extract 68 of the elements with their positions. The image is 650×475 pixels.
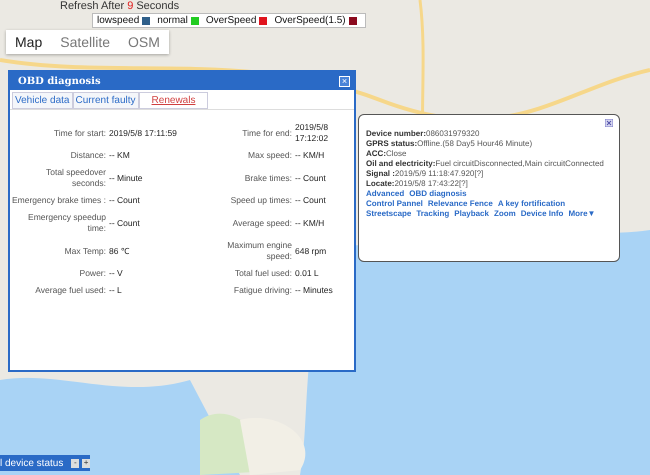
action-link[interactable]: Streetscape <box>366 209 412 219</box>
action-link[interactable]: Device Info <box>520 209 564 219</box>
info-line: Oil and electricity:Fuel circuitDisconnected,Main circuitConnected <box>366 159 604 169</box>
device-status-label: l device status <box>0 458 64 468</box>
field-value: -- Count <box>109 218 141 228</box>
action-link[interactable]: Relevance Fence <box>428 199 493 209</box>
field-value: 2019/5/8 17:11:59 <box>109 128 178 138</box>
field-label: Maximum engine speed: <box>226 240 292 262</box>
field-value: -- V <box>109 268 124 279</box>
action-link[interactable]: Tracking <box>416 209 450 219</box>
field-label: Time for end: <box>241 128 292 138</box>
field-label: Distance: <box>70 150 106 161</box>
field-value: 0.01 L <box>295 268 320 279</box>
field-label: Average fuel used: <box>34 285 106 296</box>
info-line: Signal :2019/5/9 11:18:47.920[?] <box>366 169 484 179</box>
info-line: Locate:2019/5/8 17:43:22[?] <box>366 179 468 189</box>
field-label: Max Temp: <box>64 246 106 256</box>
action-link[interactable]: Playback <box>454 209 489 219</box>
dialog-title: OBD diagnosis <box>18 76 101 86</box>
action-link[interactable]: OBD diagnosis <box>409 189 467 199</box>
info-line: GPRS status:Offline.(58 Day5 Hour46 Minute) <box>366 139 532 149</box>
close-button[interactable]: × <box>339 76 350 86</box>
field-label: Time for start: <box>52 128 106 138</box>
legend-label: OverSpeed <box>206 15 256 26</box>
action-link[interactable]: Advanced <box>366 189 404 199</box>
field-value: -- KM/H <box>295 150 326 161</box>
field-value: -- Count <box>109 195 141 206</box>
field-label: Emergency speedup time: <box>27 212 106 234</box>
dialog-tab[interactable]: Renewals <box>138 92 208 109</box>
info-line: Device number:086031979320 <box>366 129 480 139</box>
map-type-tab[interactable]: Satellite <box>51 30 120 54</box>
action-link[interactable]: A key fortification <box>498 199 566 209</box>
panel-button[interactable]: - <box>71 458 80 468</box>
dialog-tab[interactable]: Vehicle data <box>12 92 72 109</box>
action-link[interactable]: Zoom <box>494 209 516 219</box>
field-label: Total fuel used: <box>234 268 292 279</box>
close-icon[interactable] <box>605 119 613 127</box>
field-value: -- KM/H <box>295 218 326 228</box>
field-label: Brake times: <box>244 172 292 184</box>
refresh-label: Refresh After <box>60 0 124 12</box>
refresh-unit: Seconds <box>136 0 180 12</box>
field-value: -- Count <box>295 172 327 184</box>
field-label: Power: <box>78 268 106 279</box>
field-value: 2019/5/8 17:12:02 <box>295 122 330 144</box>
legend-label: normal <box>157 15 188 26</box>
refresh-countdown: 9 <box>127 0 134 12</box>
map-type-tab[interactable]: Map <box>6 30 52 54</box>
info-line: ACC:Close <box>366 149 406 159</box>
action-link[interactable]: Control Pannel <box>366 199 423 209</box>
field-value: 86 ℃ <box>109 246 130 256</box>
field-label: Fatigue driving: <box>232 285 292 296</box>
field-value: -- Minutes <box>295 285 334 296</box>
field-label: Emergency brake times : <box>10 195 106 206</box>
field-value: -- L <box>109 285 123 296</box>
field-label: Max speed: <box>247 150 292 161</box>
panel-button[interactable]: + <box>82 458 90 468</box>
legend-label: lowspeed <box>97 15 140 26</box>
field-label: Speed up times: <box>230 195 292 206</box>
dialog-tab[interactable]: Current faulty <box>72 92 139 109</box>
action-link[interactable]: More▼ <box>568 209 596 219</box>
legend-label: OverSpeed(1.5) <box>274 15 346 26</box>
map-type-tab[interactable]: OSM <box>119 30 169 54</box>
field-value: -- Minute <box>109 172 144 184</box>
field-value: 648 rpm <box>295 246 328 256</box>
field-label: Average speed: <box>232 218 292 228</box>
field-label: Total speedover seconds: <box>44 167 106 189</box>
field-value: -- Count <box>295 195 327 206</box>
field-value: -- KM <box>109 150 131 161</box>
